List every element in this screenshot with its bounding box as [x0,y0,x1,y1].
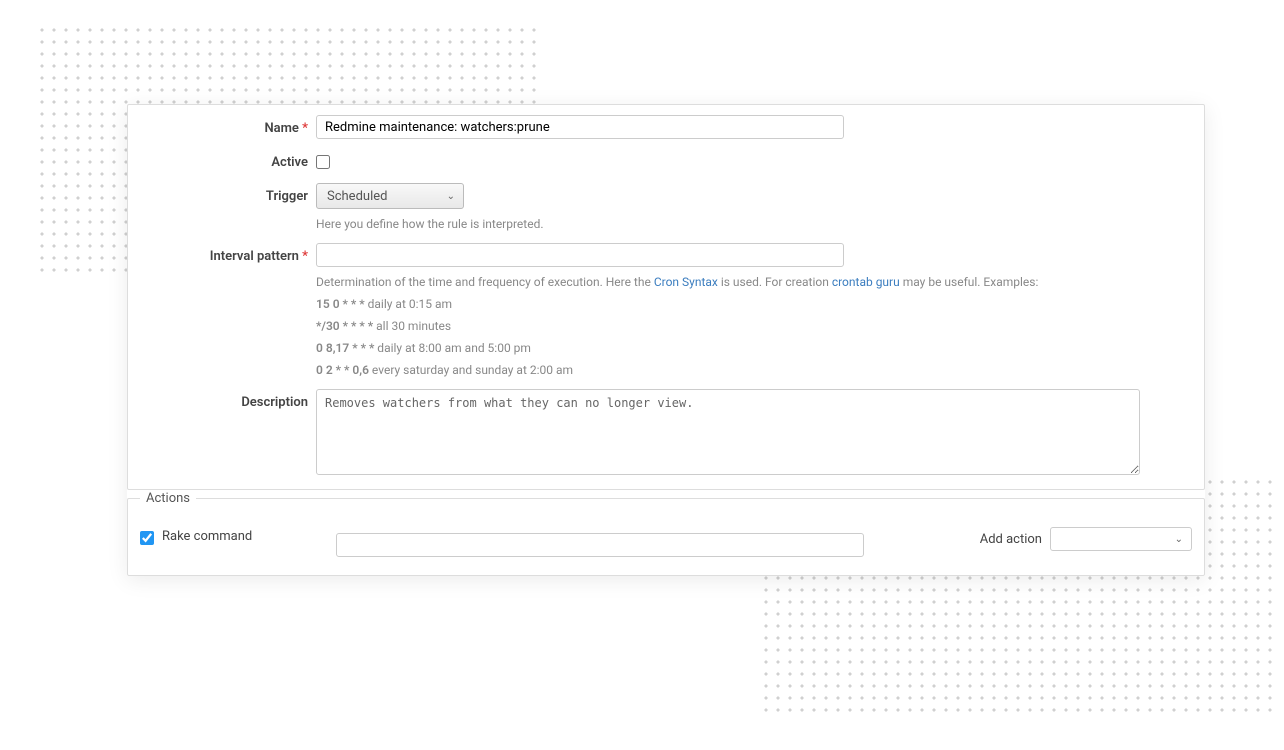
active-checkbox[interactable] [316,155,330,169]
add-action-label: Add action [980,532,1042,547]
name-label: Name * [138,115,316,136]
trigger-label: Trigger [138,183,316,204]
cron-syntax-link[interactable]: Cron Syntax [654,275,718,289]
trigger-help: Here you define how the rule is interpre… [316,215,1194,233]
description-label: Description [138,389,316,410]
actions-legend: Actions [140,491,196,506]
example-row: 0 2 * * 0,6 every saturday and sunday at… [316,361,1194,379]
scheduled-task-form: Name * Active Trigger Scheduled ⌄ Here y… [127,104,1205,576]
trigger-select-value: Scheduled [327,189,387,204]
main-config-box: Name * Active Trigger Scheduled ⌄ Here y… [127,104,1205,490]
active-label: Active [138,149,316,170]
crontab-guru-link[interactable]: crontab guru [832,275,900,289]
interval-input[interactable] [316,243,844,267]
interval-help: Determination of the time and frequency … [316,273,1194,379]
trigger-select[interactable]: Scheduled ⌄ [316,183,464,209]
chevron-down-icon: ⌄ [447,191,455,202]
rake-command-checkbox[interactable] [140,531,154,545]
example-row: 0 8,17 * * * daily at 8:00 am and 5:00 p… [316,339,1194,357]
actions-fieldset: Actions Rake command Add action ⌄ [127,498,1205,576]
name-input[interactable] [316,115,844,139]
rake-command-input[interactable] [336,533,864,557]
chevron-down-icon: ⌄ [1175,534,1183,545]
interval-label: Interval pattern * [138,243,316,264]
example-row: 15 0 * * * daily at 0:15 am [316,295,1194,313]
example-row: */30 * * * * all 30 minutes [316,317,1194,335]
add-action-select[interactable]: ⌄ [1050,527,1192,551]
rake-command-label: Rake command [162,527,252,547]
description-textarea[interactable] [316,389,1140,475]
